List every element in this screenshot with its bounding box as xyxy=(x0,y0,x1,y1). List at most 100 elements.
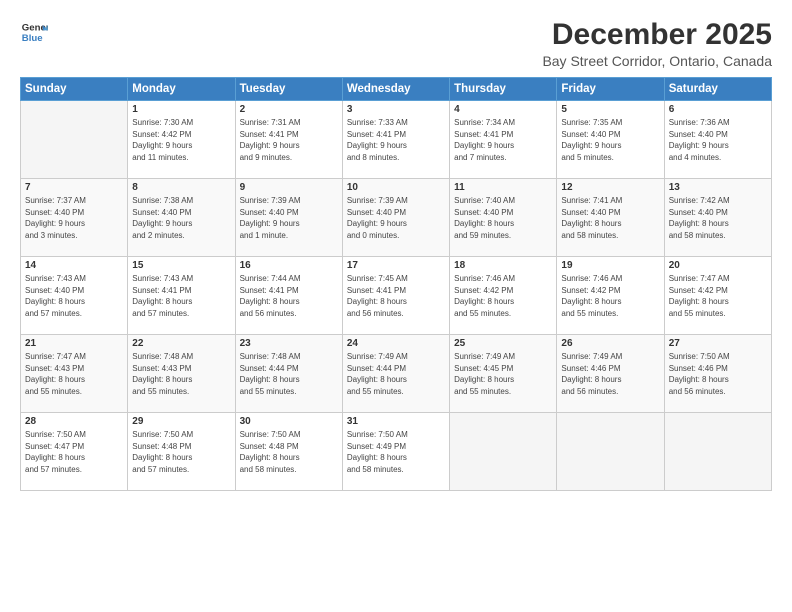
calendar-cell: 8 Sunrise: 7:38 AMSunset: 4:40 PMDaylight… xyxy=(128,179,235,257)
day-number: 30 xyxy=(240,416,338,427)
day-info: Sunrise: 7:34 AMSunset: 4:41 PMDaylight:… xyxy=(454,117,552,163)
calendar-cell: 13Sunrise: 7:42 AMSunset: 4:40 PMDayligh… xyxy=(664,179,771,257)
day-number: 9 xyxy=(240,182,338,193)
day-number: 6 xyxy=(669,104,767,115)
calendar-cell xyxy=(664,413,771,491)
day-info: Sunrise: 7:42 AMSunset: 4:40 PMDaylight:… xyxy=(669,195,767,241)
table-row: 14Sunrise: 7:43 AMSunset: 4:40 PMDayligh… xyxy=(21,257,772,335)
day-number: 26 xyxy=(561,338,659,349)
day-info: Sunrise: 7:40 AMSunset: 4:40 PMDaylight:… xyxy=(454,195,552,241)
day-number: 23 xyxy=(240,338,338,349)
table-row: 21 Sunrise: 7:47 AMSunset: 4:43 PMDayligh… xyxy=(21,335,772,413)
calendar-cell: 12 Sunrise: 7:41 AMSunset: 4:40 PMDayligh… xyxy=(557,179,664,257)
calendar-cell: 19 Sunrise: 7:46 AMSunset: 4:42 PMDayligh… xyxy=(557,257,664,335)
day-number: 18 xyxy=(454,260,552,271)
day-number: 19 xyxy=(561,260,659,271)
calendar-cell xyxy=(21,101,128,179)
day-info: Sunrise: 7:39 AMSunset: 4:40 PMDaylight:… xyxy=(240,195,338,241)
day-info: Sunrise: 7:48 AMSunset: 4:43 PMDaylight:… xyxy=(132,351,230,397)
day-info: Sunrise: 7:38 AMSunset: 4:40 PMDaylight:… xyxy=(132,195,230,241)
calendar-cell: 17 Sunrise: 7:45 AMSunset: 4:41 PMDayligh… xyxy=(342,257,449,335)
day-info: Sunrise: 7:39 AMSunset: 4:40 PMDaylight:… xyxy=(347,195,445,241)
col-tuesday: Tuesday xyxy=(235,78,342,101)
day-info: Sunrise: 7:48 AMSunset: 4:44 PMDaylight:… xyxy=(240,351,338,397)
day-info: Sunrise: 7:41 AMSunset: 4:40 PMDaylight:… xyxy=(561,195,659,241)
day-number: 20 xyxy=(669,260,767,271)
calendar-cell: 30 Sunrise: 7:50 AMSunset: 4:48 PMDayligh… xyxy=(235,413,342,491)
title-block: December 2025 Bay Street Corridor, Ontar… xyxy=(542,18,772,69)
col-saturday: Saturday xyxy=(664,78,771,101)
day-number: 31 xyxy=(347,416,445,427)
calendar-cell: 20 Sunrise: 7:47 AMSunset: 4:42 PMDayligh… xyxy=(664,257,771,335)
calendar-cell: 24Sunrise: 7:49 AMSunset: 4:44 PMDayligh… xyxy=(342,335,449,413)
day-number: 27 xyxy=(669,338,767,349)
calendar-cell: 31 Sunrise: 7:50 AMSunset: 4:49 PMDayligh… xyxy=(342,413,449,491)
day-info: Sunrise: 7:43 AMSunset: 4:41 PMDaylight:… xyxy=(132,273,230,319)
day-info: Sunrise: 7:35 AMSunset: 4:40 PMDaylight:… xyxy=(561,117,659,163)
day-number: 10 xyxy=(347,182,445,193)
calendar-cell: 21 Sunrise: 7:47 AMSunset: 4:43 PMDayligh… xyxy=(21,335,128,413)
calendar-cell: 5 Sunrise: 7:35 AMSunset: 4:40 PMDaylight… xyxy=(557,101,664,179)
table-row: 7 Sunrise: 7:37 AMSunset: 4:40 PMDaylight… xyxy=(21,179,772,257)
day-number: 8 xyxy=(132,182,230,193)
day-number: 4 xyxy=(454,104,552,115)
day-number: 12 xyxy=(561,182,659,193)
calendar-cell: 1Sunrise: 7:30 AMSunset: 4:42 PMDaylight… xyxy=(128,101,235,179)
calendar-cell: 25 Sunrise: 7:49 AMSunset: 4:45 PMDayligh… xyxy=(450,335,557,413)
day-info: Sunrise: 7:50 AMSunset: 4:49 PMDaylight:… xyxy=(347,429,445,475)
col-sunday: Sunday xyxy=(21,78,128,101)
calendar-cell: 23 Sunrise: 7:48 AMSunset: 4:44 PMDayligh… xyxy=(235,335,342,413)
day-number: 22 xyxy=(132,338,230,349)
day-number: 1 xyxy=(132,104,230,115)
col-monday: Monday xyxy=(128,78,235,101)
day-info: Sunrise: 7:50 AMSunset: 4:48 PMDaylight:… xyxy=(240,429,338,475)
calendar-cell: 16Sunrise: 7:44 AMSunset: 4:41 PMDayligh… xyxy=(235,257,342,335)
col-wednesday: Wednesday xyxy=(342,78,449,101)
calendar-cell: 27 Sunrise: 7:50 AMSunset: 4:46 PMDayligh… xyxy=(664,335,771,413)
calendar-cell: 11 Sunrise: 7:40 AMSunset: 4:40 PMDayligh… xyxy=(450,179,557,257)
day-info: Sunrise: 7:47 AMSunset: 4:43 PMDaylight:… xyxy=(25,351,123,397)
header-row: Sunday Monday Tuesday Wednesday Thursday… xyxy=(21,78,772,101)
day-info: Sunrise: 7:45 AMSunset: 4:41 PMDaylight:… xyxy=(347,273,445,319)
day-number: 24 xyxy=(347,338,445,349)
day-number: 15 xyxy=(132,260,230,271)
calendar-cell: 3Sunrise: 7:33 AMSunset: 4:41 PMDaylight… xyxy=(342,101,449,179)
day-info: Sunrise: 7:46 AMSunset: 4:42 PMDaylight:… xyxy=(454,273,552,319)
calendar-cell: 2 Sunrise: 7:31 AMSunset: 4:41 PMDaylight… xyxy=(235,101,342,179)
day-number: 28 xyxy=(25,416,123,427)
day-number: 5 xyxy=(561,104,659,115)
day-info: Sunrise: 7:49 AMSunset: 4:46 PMDaylight:… xyxy=(561,351,659,397)
day-number: 17 xyxy=(347,260,445,271)
day-number: 21 xyxy=(25,338,123,349)
table-row: 28 Sunrise: 7:50 AMSunset: 4:47 PMDayligh… xyxy=(21,413,772,491)
day-info: Sunrise: 7:50 AMSunset: 4:46 PMDaylight:… xyxy=(669,351,767,397)
day-number: 2 xyxy=(240,104,338,115)
day-info: Sunrise: 7:33 AMSunset: 4:41 PMDaylight:… xyxy=(347,117,445,163)
col-thursday: Thursday xyxy=(450,78,557,101)
calendar-cell: 29Sunrise: 7:50 AMSunset: 4:48 PMDayligh… xyxy=(128,413,235,491)
table-row: 1Sunrise: 7:30 AMSunset: 4:42 PMDaylight… xyxy=(21,101,772,179)
calendar-cell xyxy=(557,413,664,491)
day-info: Sunrise: 7:49 AMSunset: 4:45 PMDaylight:… xyxy=(454,351,552,397)
calendar-cell xyxy=(450,413,557,491)
calendar-cell: 15 Sunrise: 7:43 AMSunset: 4:41 PMDayligh… xyxy=(128,257,235,335)
day-number: 25 xyxy=(454,338,552,349)
day-number: 29 xyxy=(132,416,230,427)
day-info: Sunrise: 7:36 AMSunset: 4:40 PMDaylight:… xyxy=(669,117,767,163)
calendar-cell: 6 Sunrise: 7:36 AMSunset: 4:40 PMDaylight… xyxy=(664,101,771,179)
calendar-cell: 22 Sunrise: 7:48 AMSunset: 4:43 PMDayligh… xyxy=(128,335,235,413)
day-info: Sunrise: 7:31 AMSunset: 4:41 PMDaylight:… xyxy=(240,117,338,163)
calendar-subtitle: Bay Street Corridor, Ontario, Canada xyxy=(542,53,772,69)
calendar-title: December 2025 xyxy=(542,18,772,51)
day-info: Sunrise: 7:37 AMSunset: 4:40 PMDaylight:… xyxy=(25,195,123,241)
day-info: Sunrise: 7:46 AMSunset: 4:42 PMDaylight:… xyxy=(561,273,659,319)
calendar-cell: 4 Sunrise: 7:34 AMSunset: 4:41 PMDaylight… xyxy=(450,101,557,179)
day-info: Sunrise: 7:47 AMSunset: 4:42 PMDaylight:… xyxy=(669,273,767,319)
day-number: 11 xyxy=(454,182,552,193)
calendar-page: General Blue December 2025 Bay Street Co… xyxy=(0,0,792,612)
day-number: 7 xyxy=(25,182,123,193)
calendar-cell: 7 Sunrise: 7:37 AMSunset: 4:40 PMDaylight… xyxy=(21,179,128,257)
day-info: Sunrise: 7:50 AMSunset: 4:47 PMDaylight:… xyxy=(25,429,123,475)
calendar-cell: 28 Sunrise: 7:50 AMSunset: 4:47 PMDayligh… xyxy=(21,413,128,491)
svg-text:Blue: Blue xyxy=(22,33,43,44)
